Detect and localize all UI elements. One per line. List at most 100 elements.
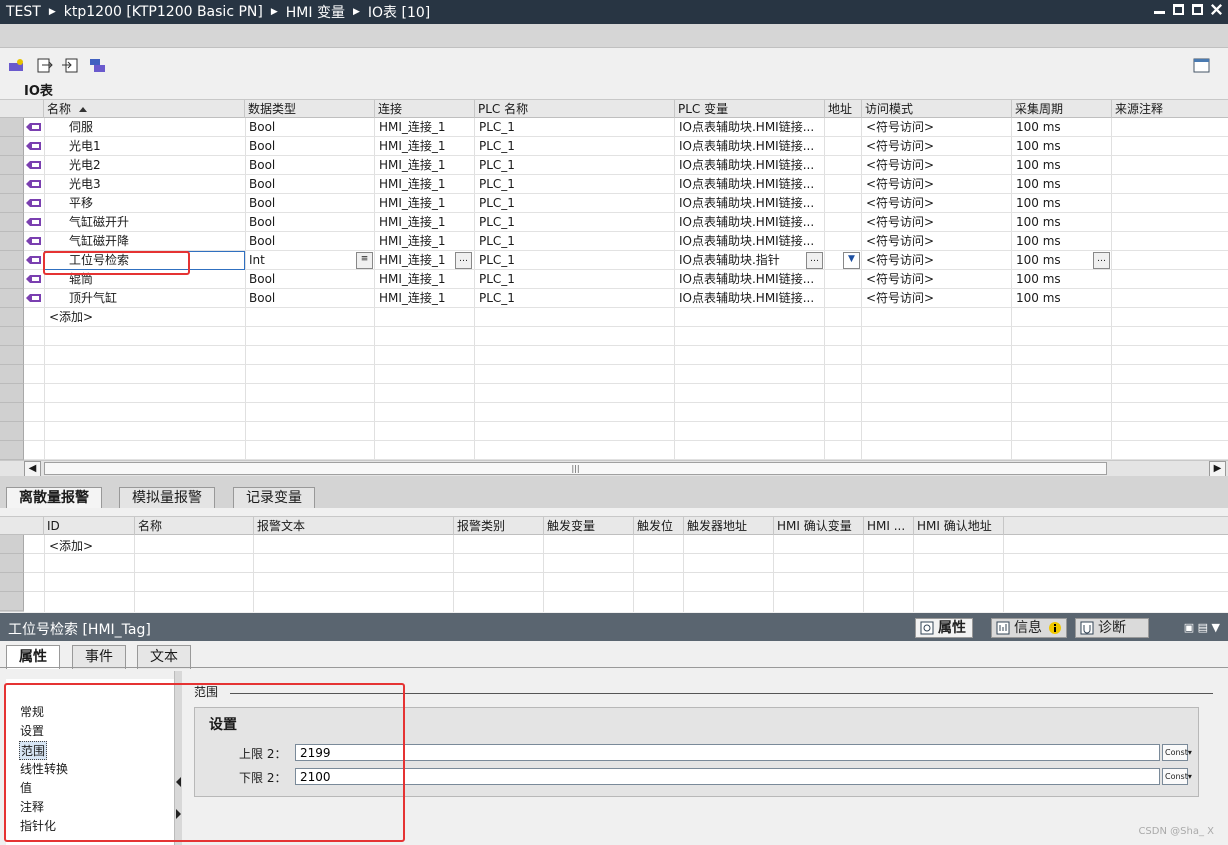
scrollbar-thumb[interactable]: ||| — [44, 462, 1107, 475]
tab-analog-alarms[interactable]: 模拟量报警 — [119, 487, 215, 508]
prop-tab-texts[interactable]: 文本 — [137, 645, 191, 669]
row-header[interactable] — [0, 327, 24, 346]
cell-plc[interactable]: PLC_1 — [476, 118, 515, 137]
cell-name[interactable]: 顶升气缸 — [66, 289, 117, 308]
alarm-column-trigger-tag[interactable]: 触发变量 — [544, 517, 634, 535]
lower-limit-input[interactable] — [295, 768, 1160, 785]
column-header-plc-tag[interactable]: PLC 变量 — [675, 100, 825, 118]
cell-conn[interactable]: HMI_连接_1 — [376, 289, 446, 308]
add-alarm-row[interactable]: <添加> — [46, 537, 93, 556]
import-icon[interactable] — [61, 58, 78, 73]
column-header-address[interactable]: 地址 — [825, 100, 862, 118]
column-header-name[interactable]: 名称 — [44, 100, 245, 118]
row-header[interactable] — [0, 232, 24, 251]
nav-item-comment[interactable]: 注释 — [20, 798, 44, 815]
cell-type[interactable]: Bool — [246, 118, 275, 137]
cell-plc[interactable]: PLC_1 — [476, 194, 515, 213]
cell-mode[interactable]: <符号访问> — [863, 213, 934, 232]
cell-plc[interactable]: PLC_1 — [476, 270, 515, 289]
row-header[interactable] — [0, 346, 24, 365]
cell-cycle[interactable]: 100 ms — [1013, 270, 1061, 289]
inspector-tab-diagnostics[interactable]: 诊断 — [1075, 618, 1149, 638]
cell-plc[interactable]: PLC_1 — [476, 156, 515, 175]
alarm-column-text[interactable]: 报警文本 — [254, 517, 454, 535]
cell-mode[interactable]: <符号访问> — [863, 194, 934, 213]
nav-item-values[interactable]: 值 — [20, 779, 32, 796]
row-header[interactable] — [0, 137, 24, 156]
minimize-icon[interactable] — [1154, 11, 1165, 14]
cycle-browse-button[interactable]: … — [1093, 252, 1110, 269]
row-header[interactable] — [0, 118, 24, 137]
cell-conn[interactable]: HMI_连接_1 — [376, 194, 446, 213]
cell-mode[interactable]: <符号访问> — [863, 118, 934, 137]
cell-type[interactable]: Bool — [246, 175, 275, 194]
row-header[interactable] — [0, 251, 24, 270]
cell-conn[interactable]: HMI_连接_1 — [376, 175, 446, 194]
nav-item-settings[interactable]: 设置 — [20, 722, 44, 739]
cell-mode[interactable]: <符号访问> — [863, 232, 934, 251]
row-header[interactable] — [0, 270, 24, 289]
nav-item-general[interactable]: 常规 — [20, 703, 44, 720]
plc-tag-browse-button[interactable]: … — [806, 252, 823, 269]
row-header[interactable] — [0, 535, 24, 554]
row-header[interactable] — [0, 592, 24, 611]
row-header[interactable] — [0, 365, 24, 384]
upper-limit-input[interactable] — [295, 744, 1160, 761]
cell-plc[interactable]: PLC_1 — [476, 251, 515, 270]
cell-addr[interactable] — [826, 213, 829, 232]
cell-var[interactable]: IO点表辅助块.HMI链接... — [676, 289, 814, 308]
maximize-icon[interactable] — [1173, 4, 1184, 15]
cell-type[interactable]: Bool — [246, 270, 275, 289]
cell-cycle[interactable]: 100 ms — [1013, 175, 1061, 194]
cell-var[interactable]: IO点表辅助块.HMI链接... — [676, 156, 814, 175]
cell-mode[interactable]: <符号访问> — [863, 175, 934, 194]
cell-plc[interactable]: PLC_1 — [476, 289, 515, 308]
cell-conn[interactable]: HMI_连接_1 — [376, 156, 446, 175]
nav-item-multiplexing[interactable]: 指针化 — [20, 817, 56, 834]
cell-var[interactable]: IO点表辅助块.HMI链接... — [676, 213, 814, 232]
cell-type[interactable]: Bool — [246, 194, 275, 213]
row-header[interactable] — [0, 384, 24, 403]
row-header[interactable] — [0, 213, 24, 232]
tab-logging-tags[interactable]: 记录变量 — [233, 487, 315, 508]
cell-var[interactable]: IO点表辅助块.HMI链接... — [676, 175, 814, 194]
table-settings-icon[interactable] — [1193, 58, 1210, 73]
cell-mode[interactable]: <符号访问> — [863, 137, 934, 156]
cell-cycle[interactable]: 100 ms — [1013, 194, 1061, 213]
cell-addr[interactable] — [826, 270, 829, 289]
row-header[interactable] — [0, 403, 24, 422]
breadcrumb-item[interactable]: IO表 [10] — [362, 2, 436, 22]
cell-mode[interactable]: <符号访问> — [863, 251, 934, 270]
add-tag-row[interactable]: <添加> — [46, 308, 93, 327]
cell-addr[interactable] — [826, 251, 829, 270]
alarm-column-id[interactable]: ID — [44, 517, 135, 535]
cell-addr[interactable] — [826, 118, 829, 137]
cell-name[interactable]: 平移 — [66, 194, 93, 213]
cell-name[interactable]: 工位号检索 — [66, 251, 129, 270]
cell-type[interactable]: Int — [246, 251, 265, 270]
cell-cycle[interactable]: 100 ms — [1013, 251, 1061, 270]
cell-cycle[interactable]: 100 ms — [1013, 213, 1061, 232]
alarm-column-trigger-address[interactable]: 触发器地址 — [684, 517, 774, 535]
column-header-plc-name[interactable]: PLC 名称 — [475, 100, 675, 118]
row-header[interactable] — [0, 194, 24, 213]
cell-var[interactable]: IO点表辅助块.HMI链接... — [676, 270, 814, 289]
cell-plc[interactable]: PLC_1 — [476, 175, 515, 194]
cell-mode[interactable]: <符号访问> — [863, 156, 934, 175]
cell-plc[interactable]: PLC_1 — [476, 213, 515, 232]
cell-name[interactable]: 伺服 — [66, 118, 93, 137]
alarm-column-ack-address[interactable]: HMI 确认地址 — [914, 517, 1004, 535]
cell-cycle[interactable]: 100 ms — [1013, 289, 1061, 308]
cell-conn[interactable]: HMI_连接_1 — [376, 251, 446, 270]
breadcrumb-item[interactable]: HMI 变量 — [280, 2, 351, 22]
row-header[interactable] — [0, 175, 24, 194]
cell-conn[interactable]: HMI_连接_1 — [376, 213, 446, 232]
prop-tab-events[interactable]: 事件 — [72, 645, 126, 669]
cell-conn[interactable]: HMI_连接_1 — [376, 232, 446, 251]
restore-icon[interactable] — [1192, 4, 1203, 15]
tab-discrete-alarms[interactable]: 离散量报警 — [6, 487, 102, 508]
alarm-column-ack-bit[interactable]: HMI ... — [864, 517, 914, 535]
nav-splitter[interactable] — [174, 671, 182, 845]
row-header[interactable] — [0, 573, 24, 592]
lower-limit-const-dropdown[interactable]: Const▾ — [1162, 768, 1192, 785]
